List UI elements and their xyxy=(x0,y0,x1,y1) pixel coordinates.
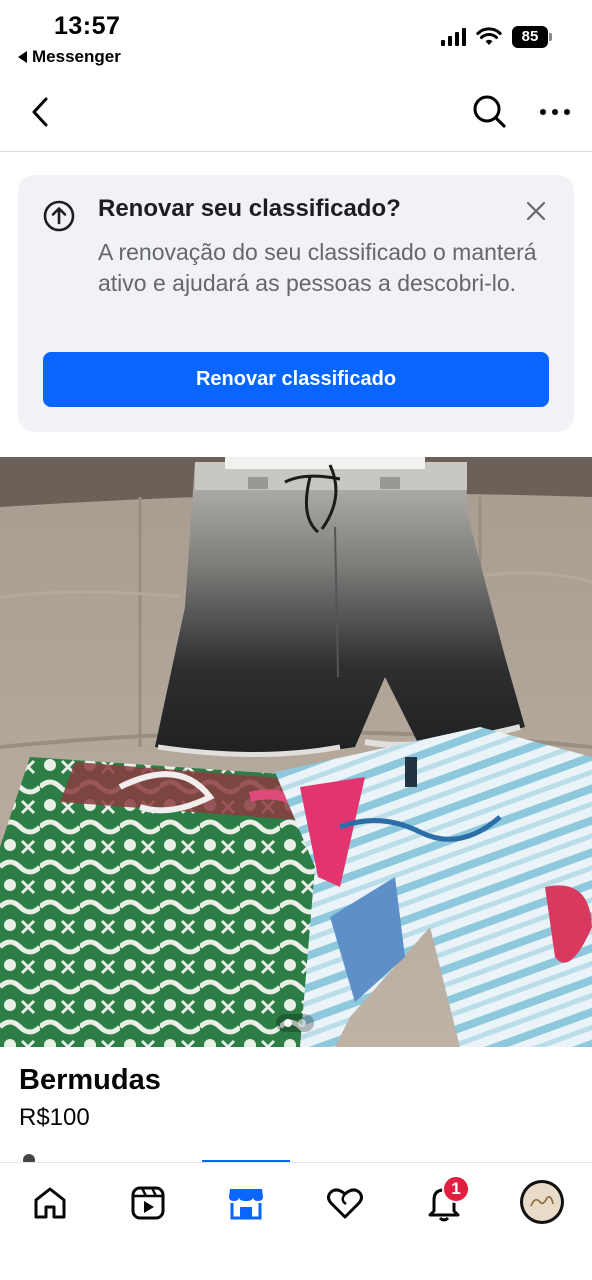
home-icon xyxy=(34,1187,66,1219)
more-options-button[interactable] xyxy=(534,92,576,132)
battery-level: 85 xyxy=(512,26,548,48)
listing-photo[interactable] xyxy=(0,457,592,1047)
cellular-signal-icon xyxy=(441,28,466,46)
listing-photo-image xyxy=(0,457,592,1047)
arrow-up-circle-icon xyxy=(43,200,75,232)
top-nav-bar xyxy=(0,76,592,152)
chevron-left-icon xyxy=(32,97,48,127)
carousel-dot xyxy=(298,1019,306,1027)
dating-icon xyxy=(327,1188,363,1219)
back-arrow-icon xyxy=(18,51,27,63)
tab-reels[interactable] xyxy=(120,1179,176,1227)
renew-card-description: A renovação do seu classificado o manter… xyxy=(98,239,537,296)
battery-icon: 85 xyxy=(512,26,552,48)
status-indicators: 85 xyxy=(441,26,552,48)
back-app-label: Messenger xyxy=(32,47,121,66)
location-pin-icon xyxy=(20,1151,38,1162)
close-renew-card-button[interactable] xyxy=(522,197,550,225)
renew-listing-card: Renovar seu classificado? A renovação do… xyxy=(18,175,574,432)
status-time: 13:57 xyxy=(54,12,121,40)
renew-card-title: Renovar seu classificado? xyxy=(98,195,401,222)
carousel-dot-active xyxy=(284,1019,292,1027)
avatar xyxy=(523,1183,561,1221)
tab-home[interactable] xyxy=(22,1179,78,1227)
photo-carousel-indicator xyxy=(276,1014,314,1032)
search-icon xyxy=(473,95,506,128)
status-bar: 13:57 Messenger 85 xyxy=(0,0,592,76)
wifi-icon xyxy=(476,27,502,45)
bottom-tab-bar: 1 xyxy=(0,1162,592,1280)
listing-title: Bermudas xyxy=(19,1064,161,1096)
reels-icon xyxy=(131,1186,165,1220)
more-icon xyxy=(540,109,570,115)
listing-location-partial xyxy=(19,1150,592,1162)
close-icon xyxy=(526,201,546,221)
marketplace-icon xyxy=(229,1189,263,1220)
renew-listing-button[interactable]: Renovar classificado xyxy=(43,352,549,407)
tab-marketplace[interactable] xyxy=(218,1179,274,1227)
notifications-badge: 1 xyxy=(442,1175,470,1203)
listing-price: R$100 xyxy=(19,1104,90,1131)
tab-profile-avatar[interactable] xyxy=(520,1180,564,1224)
tab-dating[interactable] xyxy=(317,1179,373,1227)
back-button[interactable] xyxy=(20,92,60,132)
back-to-app-link[interactable]: Messenger xyxy=(18,47,121,67)
search-button[interactable] xyxy=(468,90,510,132)
avatar-logo-icon xyxy=(530,1196,554,1207)
